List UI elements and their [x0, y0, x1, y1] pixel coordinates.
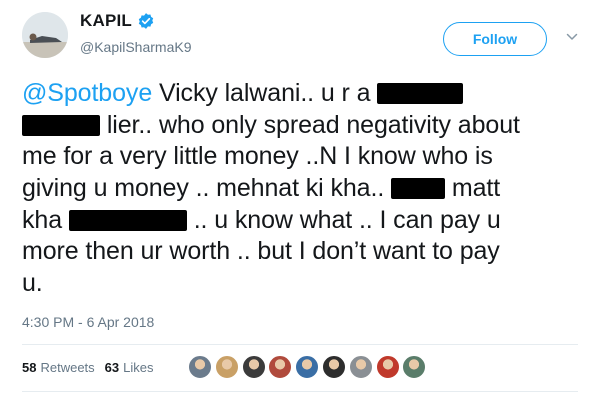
avatar-image: [22, 12, 68, 58]
mention-link[interactable]: @Spotboye: [22, 79, 152, 107]
liker-avatar[interactable]: [214, 355, 239, 379]
liker-avatar[interactable]: [295, 355, 320, 379]
liker-avatar[interactable]: [348, 355, 373, 379]
tweet-line-1: @Spotboye Vicky lalwani.. u r a: [22, 78, 582, 110]
tweet-line-5: kha .. u know what .. I can pay u: [22, 205, 501, 234]
liker-avatar[interactable]: [402, 355, 427, 379]
tweet-line-6: more then ur worth .. but I don’t want t…: [22, 237, 500, 266]
tweet-line-3: me for a very little money ..N I know wh…: [22, 142, 493, 171]
tweet-card: KAPIL @KapilSharmaK9 Follow @Spotboye Vi…: [0, 0, 601, 401]
redaction-bar: [377, 83, 464, 104]
divider: [22, 344, 578, 345]
liker-avatars: [188, 355, 429, 379]
tweet-timestamp[interactable]: 4:30 PM - 6 Apr 2018: [22, 314, 154, 330]
tweet-line-4: giving u money .. mehnat ki kha.. matt: [22, 174, 501, 203]
liker-avatar[interactable]: [241, 355, 266, 379]
name-row: KAPIL: [80, 11, 155, 31]
liker-avatar[interactable]: [268, 355, 293, 379]
user-handle[interactable]: @KapilSharmaK9: [80, 39, 192, 55]
follow-button[interactable]: Follow: [443, 22, 547, 56]
tweet-line-2: lier.. who only spread negativity about: [22, 110, 582, 142]
liker-avatar[interactable]: [188, 355, 212, 379]
chevron-down-icon[interactable]: [565, 30, 579, 44]
retweets-stat[interactable]: 58 Retweets: [22, 360, 95, 375]
divider: [22, 391, 578, 392]
verified-badge-icon: [138, 13, 154, 29]
tweet-line-7: u.: [22, 269, 43, 298]
likes-stat[interactable]: 63 Likes: [105, 360, 154, 375]
redaction-bar: [391, 178, 446, 200]
redaction-bar: [68, 209, 187, 231]
tweet-stats: 58 Retweets 63 Likes: [22, 360, 164, 375]
tweet-text: @Spotboye Vicky lalwani.. u r a lier.. w…: [22, 78, 582, 300]
liker-avatar[interactable]: [375, 355, 400, 379]
display-name[interactable]: KAPIL: [80, 11, 132, 31]
redaction-bar: [22, 114, 100, 136]
profile-avatar[interactable]: [22, 12, 68, 58]
liker-avatar[interactable]: [321, 355, 346, 379]
